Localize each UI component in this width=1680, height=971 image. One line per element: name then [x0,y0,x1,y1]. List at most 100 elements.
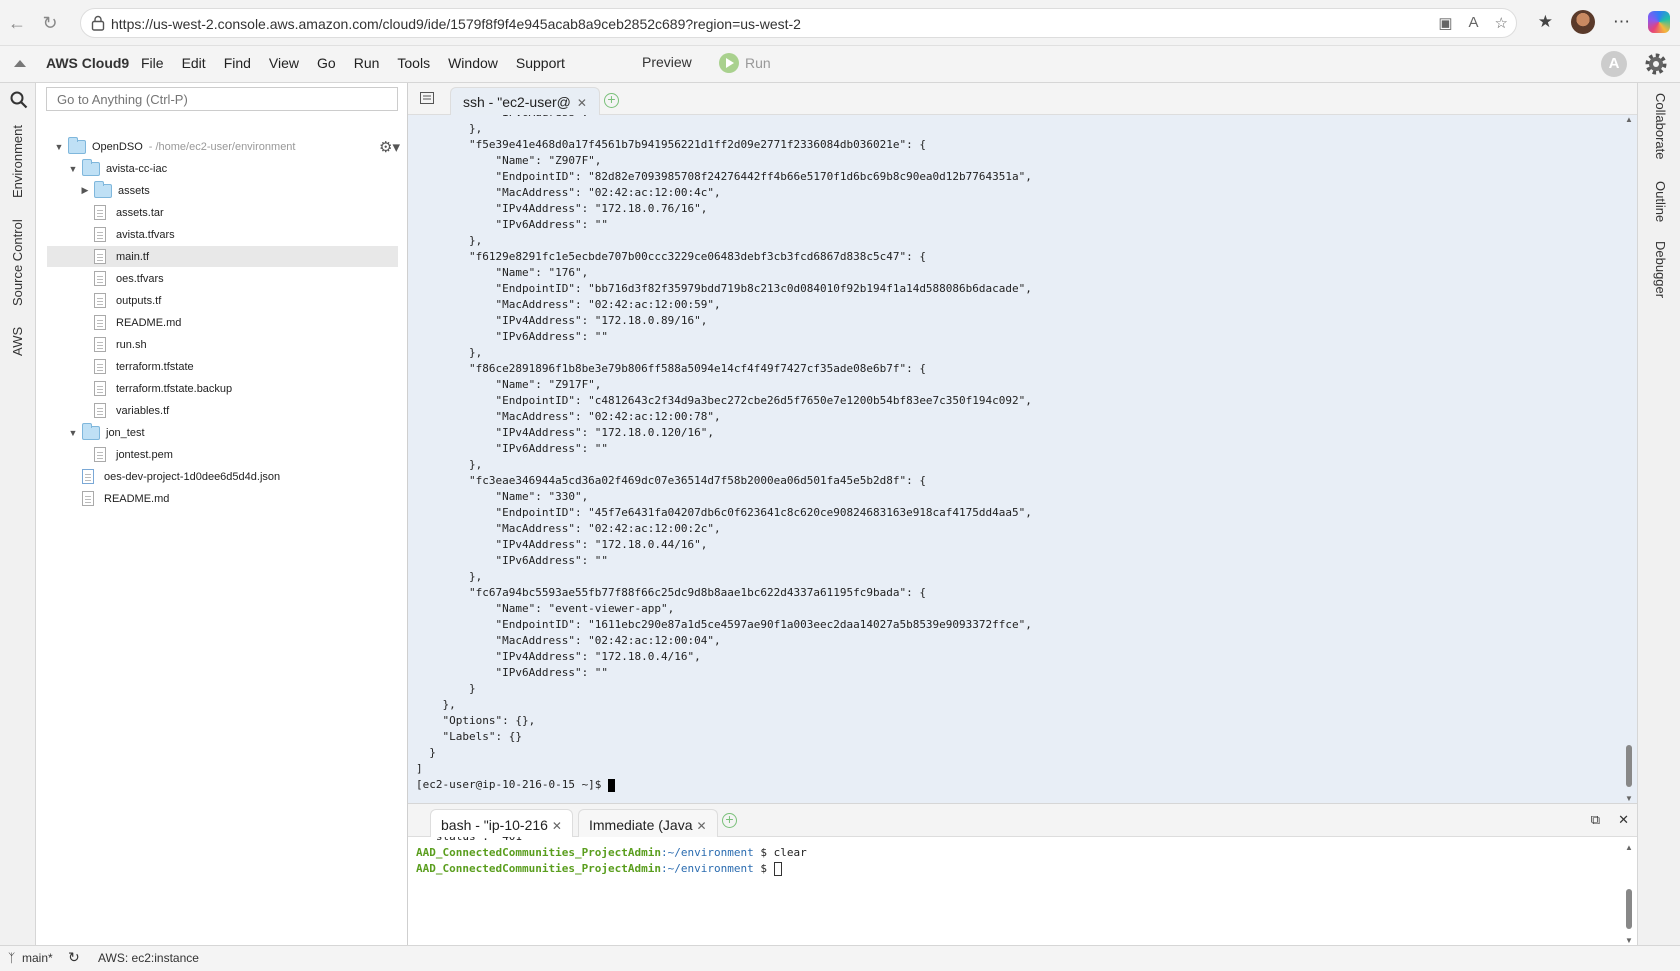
menu-window[interactable]: Window [448,55,498,71]
tree-file-oes-tfvars[interactable]: oes.tfvars [36,268,408,289]
terminal-line: "Name": "Z917F", [416,378,602,391]
tab-debugger[interactable]: Debugger [1653,241,1668,298]
expanded-arrow-icon[interactable]: ▼ [68,428,78,438]
tree-root-opendso[interactable]: ▼ OpenDSO - /home/ec2-user/environment ⚙… [36,136,408,157]
tab-list-icon[interactable] [420,92,434,104]
editor-tab-bar: ssh - "ec2-user@ ✕ + [408,83,1637,115]
add-tab-plus-icon[interactable]: + [722,812,737,828]
tab-aws[interactable]: AWS [10,327,25,356]
prompt-text: [ec2-user@ip-10-216-0-15 ~]$ [416,778,609,791]
tree-folder-assets[interactable]: ▶ assets [36,180,408,201]
user-avatar[interactable]: A [1601,51,1627,77]
scroll-down-arrow-icon[interactable]: ▼ [1625,794,1633,803]
bash-terminal[interactable]: "status": "401"AAD_ConnectedCommunities_… [408,837,1637,945]
maximize-panel-icon[interactable]: ⧉ [1591,812,1600,828]
left-panel-strip: Environment Source Control AWS [0,83,36,945]
git-branch[interactable]: main* [22,951,53,965]
file-icon [94,447,106,462]
address-bar[interactable]: https://us-west-2.console.aws.amazon.com… [80,8,1517,38]
close-tab-icon[interactable]: ✕ [577,96,587,110]
tab-bash[interactable]: bash - "ip-10-216 ✕ [430,809,573,838]
site-info-icon[interactable] [91,15,105,31]
terminal-line: "MacAddress": "02:42:ac:12:00:2c", [416,522,721,535]
favorite-star-icon[interactable]: ☆ [1495,14,1508,32]
read-aloud-icon[interactable]: A⁯ [1469,14,1479,32]
aws-cloud9-brand[interactable]: AWS Cloud9 [46,55,129,71]
prompt-path: :~/environment [661,846,754,859]
tab-outline[interactable]: Outline [1653,181,1668,222]
tree-file-main-tf[interactable]: main.tf [47,246,398,267]
search-icon[interactable] [10,91,28,109]
tree-file-terraform-tfstate[interactable]: terraform.tfstate [36,356,408,377]
aws-connection[interactable]: AWS: ec2:instance [98,951,199,965]
ssh-terminal[interactable]: "IPv6Address": "" }, "f5e39e41e468d0a17f… [408,115,1637,803]
url-text[interactable]: https://us-west-2.console.aws.amazon.com… [111,16,801,32]
scroll-up-arrow-icon[interactable]: ▲ [1625,843,1633,852]
tree-folder-avista-cc-iac[interactable]: ▼ avista-cc-iac [36,158,408,179]
settings-gear-icon[interactable] [1642,50,1670,78]
tree-file-jontest-pem[interactable]: jontest.pem [36,444,408,465]
expanded-arrow-icon[interactable]: ▼ [68,164,78,174]
terminal-line: "MacAddress": "02:42:ac:12:00:59", [416,298,721,311]
menu-find[interactable]: Find [224,55,251,71]
menu-tools[interactable]: Tools [397,55,430,71]
tree-file-avista-tfvars[interactable]: avista.tfvars [36,224,408,245]
tree-settings-gear-icon[interactable]: ⚙▾ [379,138,400,156]
expanded-arrow-icon[interactable]: ▼ [54,142,64,152]
terminal-cursor [608,778,616,792]
menu-run[interactable]: Run [354,55,380,71]
folder-icon [82,422,100,440]
tab-source-control[interactable]: Source Control [10,219,25,306]
terminal-line: ] [416,762,423,775]
file-icon [94,227,106,242]
sync-icon[interactable]: ↻ [68,949,80,966]
scrollbar-thumb[interactable] [1626,889,1632,929]
tree-item-label: avista-cc-iac [106,162,168,175]
run-button[interactable]: Run [719,53,771,73]
collapse-menu-icon[interactable] [14,60,26,67]
terminal-scrollbar[interactable]: ▲ ▼ [1625,115,1633,803]
close-tab-icon[interactable]: ✕ [552,819,562,833]
favorites-icon[interactable]: ★ [1538,12,1553,32]
tree-file-oes-dev-project-json[interactable]: oes-dev-project-1d0dee6d5d4d.json [36,466,408,487]
menu-file[interactable]: File [141,55,164,71]
tree-file-outputs-tf[interactable]: outputs.tf [36,290,408,311]
tab-immediate[interactable]: Immediate (Java ✕ [578,809,718,838]
more-options-icon[interactable]: ⋯ [1613,12,1630,32]
bash-scrollbar[interactable]: ▲ ▼ [1625,837,1633,945]
file-icon [94,271,106,286]
menu-support[interactable]: Support [516,55,565,71]
tab-environment[interactable]: Environment [10,125,25,198]
folder-icon [68,136,86,154]
tree-file-run-sh[interactable]: run.sh [36,334,408,355]
tab-collaborate[interactable]: Collaborate [1653,93,1668,160]
command-text: clear [773,846,807,859]
reader-mode-icon[interactable]: ▣ [1438,14,1452,32]
tree-item-label: variables.tf [116,404,170,417]
tree-folder-jon-test[interactable]: ▼ jon_test [36,422,408,443]
scroll-up-arrow-icon[interactable]: ▲ [1625,115,1633,124]
collapsed-arrow-icon[interactable]: ▶ [80,185,90,196]
profile-avatar[interactable] [1571,10,1595,34]
preview-button[interactable]: Preview [642,54,692,70]
tree-file-readme[interactable]: README.md [36,312,408,333]
menu-go[interactable]: Go [317,55,336,71]
go-to-anything-input[interactable] [46,87,398,111]
menu-view[interactable]: View [269,55,299,71]
close-panel-icon[interactable]: ✕ [1618,812,1629,828]
file-icon [94,403,106,418]
close-tab-icon[interactable]: ✕ [696,819,706,833]
add-tab-plus-icon[interactable]: + [604,92,619,108]
tree-file-readme-root[interactable]: README.md [36,488,408,509]
file-explorer: ▼ OpenDSO - /home/ec2-user/environment ⚙… [36,83,408,945]
back-arrow-icon[interactable]: ← [6,12,28,34]
tab-ssh-terminal[interactable]: ssh - "ec2-user@ ✕ [450,87,600,115]
tree-file-assets-tar[interactable]: assets.tar [36,202,408,223]
refresh-icon[interactable]: ↻ [39,12,61,34]
tree-file-variables-tf[interactable]: variables.tf [36,400,408,421]
menu-edit[interactable]: Edit [182,55,206,71]
scroll-down-arrow-icon[interactable]: ▼ [1625,936,1633,945]
copilot-icon[interactable] [1648,11,1670,33]
tree-file-terraform-tfstate-backup[interactable]: terraform.tfstate.backup [36,378,408,399]
scrollbar-thumb[interactable] [1626,745,1632,787]
